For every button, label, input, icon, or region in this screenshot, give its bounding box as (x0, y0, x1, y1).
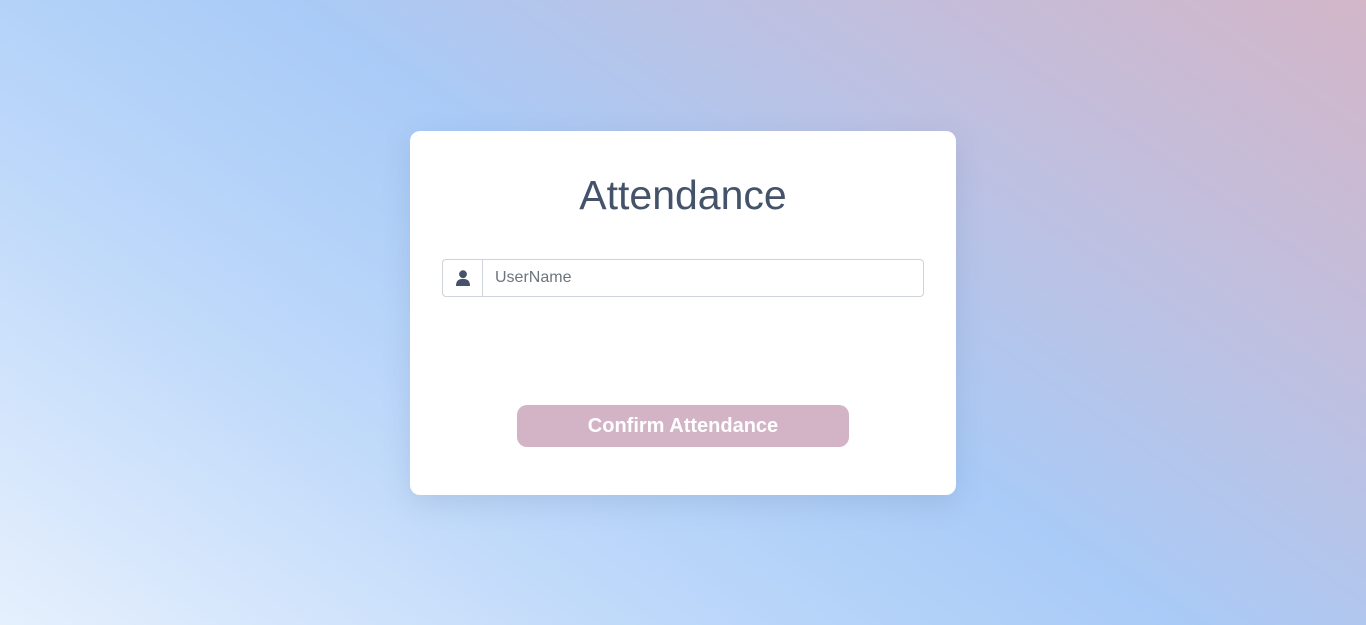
user-icon (455, 270, 470, 286)
username-input-group (442, 259, 924, 297)
confirm-attendance-button[interactable]: Confirm Attendance (517, 405, 849, 447)
username-addon (442, 259, 482, 297)
page-title: Attendance (579, 172, 787, 218)
attendance-card: Attendance Confirm Attendance (410, 131, 956, 495)
username-input[interactable] (482, 259, 924, 297)
page-background: { "card": { "title": "Attendance" }, "us… (0, 0, 1366, 625)
